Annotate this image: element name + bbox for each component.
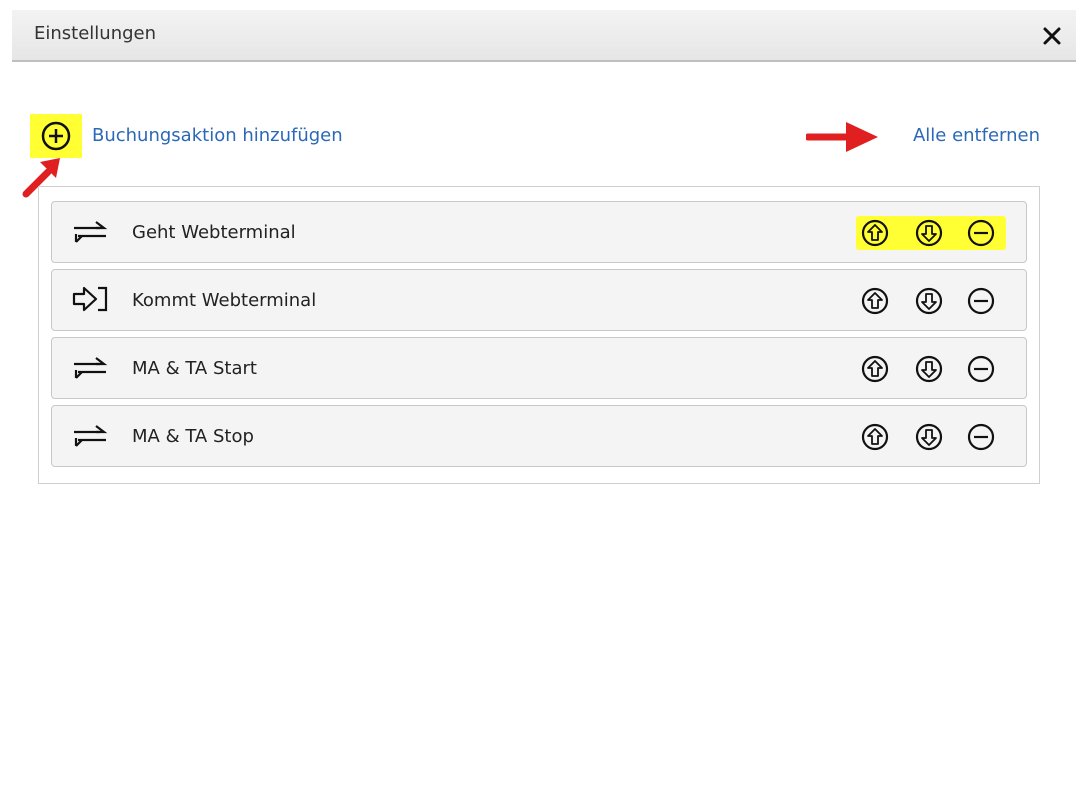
remove-icon[interactable] xyxy=(966,422,996,452)
list-item[interactable]: Geht Webterminal xyxy=(51,201,1027,263)
move-up-icon[interactable] xyxy=(860,218,890,248)
item-actions xyxy=(856,284,1006,318)
item-label: Kommt Webterminal xyxy=(132,290,317,311)
move-down-icon[interactable] xyxy=(914,422,944,452)
move-down-icon[interactable] xyxy=(914,286,944,316)
list-item[interactable]: Kommt Webterminal xyxy=(51,269,1027,331)
move-up-icon[interactable] xyxy=(860,286,890,316)
remove-icon[interactable] xyxy=(966,354,996,384)
login-icon xyxy=(72,286,108,312)
close-icon[interactable] xyxy=(1040,24,1064,48)
transfer-arrows-icon xyxy=(74,425,108,447)
item-actions xyxy=(856,352,1006,386)
remove-icon[interactable] xyxy=(966,218,996,248)
item-actions xyxy=(856,216,1006,250)
annotation-arrow-icon xyxy=(806,122,878,152)
move-up-icon[interactable] xyxy=(860,422,890,452)
dialog-title: Einstellungen xyxy=(34,23,157,44)
toolbar: Buchungsaktion hinzufügen Alle entfernen xyxy=(0,114,1076,158)
add-booking-action-link[interactable]: Buchungsaktion hinzufügen xyxy=(92,125,343,146)
list-item[interactable]: MA & TA Stop xyxy=(51,405,1027,467)
transfer-arrows-icon xyxy=(74,221,108,243)
item-label: MA & TA Stop xyxy=(132,426,254,447)
remove-all-link[interactable]: Alle entfernen xyxy=(913,125,1040,146)
item-label: Geht Webterminal xyxy=(132,222,296,243)
transfer-arrows-icon xyxy=(74,357,108,379)
move-down-icon[interactable] xyxy=(914,218,944,248)
move-down-icon[interactable] xyxy=(914,354,944,384)
dialog-titlebar: Einstellungen xyxy=(12,10,1076,62)
item-label: MA & TA Start xyxy=(132,358,257,379)
remove-icon[interactable] xyxy=(966,286,996,316)
move-up-icon[interactable] xyxy=(860,354,890,384)
item-actions xyxy=(856,420,1006,454)
plus-circle-icon xyxy=(41,121,71,151)
list-item[interactable]: MA & TA Start xyxy=(51,337,1027,399)
booking-actions-list: Geht Webterminal Kommt Webterminal MA & … xyxy=(38,186,1040,484)
